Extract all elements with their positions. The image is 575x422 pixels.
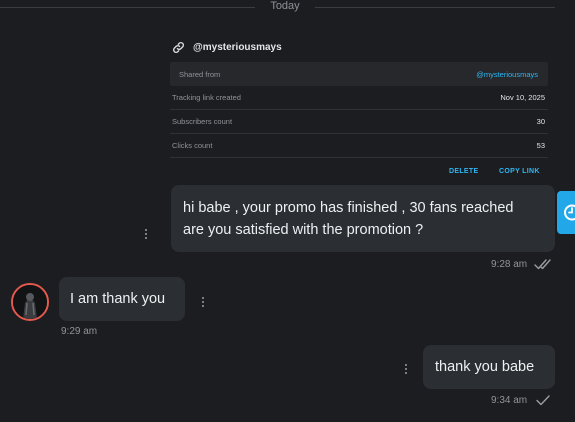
clicks-count-value: 53 xyxy=(536,141,545,150)
date-divider: Today xyxy=(270,0,300,12)
message-bubble-outgoing[interactable]: thank you babe xyxy=(423,345,555,389)
message-time: 9:28 am xyxy=(491,259,528,270)
floating-action-tab[interactable] xyxy=(557,191,575,234)
clicks-count-label: Clicks count xyxy=(172,141,213,150)
row-separator xyxy=(170,133,548,134)
delete-button[interactable]: DELETE xyxy=(449,168,478,175)
clock-icon xyxy=(564,204,575,221)
message-options-icon[interactable] xyxy=(144,229,148,241)
avatar[interactable] xyxy=(11,283,49,321)
message-time: 9:29 am xyxy=(61,326,98,337)
divider-line-left xyxy=(0,7,255,8)
double-check-icon xyxy=(533,257,553,276)
message-text: thank you babe xyxy=(435,359,535,375)
shared-from-label: Shared from xyxy=(179,70,221,79)
message-text: I am thank you xyxy=(70,291,166,307)
message-line: hi babe , your promo has finished , 30 f… xyxy=(183,200,514,216)
tracking-created-label: Tracking link created xyxy=(172,93,241,102)
link-icon xyxy=(172,41,185,54)
copy-link-button[interactable]: COPY LINK xyxy=(499,168,540,175)
shared-from-value[interactable]: @mysteriousmays xyxy=(476,70,538,79)
subscribers-count-value: 30 xyxy=(536,117,545,126)
subscribers-count-label: Subscribers count xyxy=(172,117,233,126)
message-bubble-outgoing[interactable]: hi babe , your promo has finished , 30 f… xyxy=(171,185,555,252)
row-separator xyxy=(170,109,548,110)
message-bubble-incoming[interactable]: I am thank you xyxy=(59,277,185,321)
message-line: are you satisfied with the promotion ? xyxy=(183,222,424,238)
message-text: hi babe , your promo has finished , 30 f… xyxy=(183,197,513,241)
tracking-link-card: @mysteriousmays Shared from @mysteriousm… xyxy=(164,33,556,183)
row-separator xyxy=(170,157,548,158)
shared-from-row: Shared from @mysteriousmays xyxy=(170,62,548,86)
single-check-icon xyxy=(535,393,551,412)
message-options-icon[interactable] xyxy=(404,364,408,376)
message-options-icon[interactable] xyxy=(201,297,205,309)
message-time: 9:34 am xyxy=(491,395,528,406)
tracking-created-value: Nov 10, 2025 xyxy=(500,93,545,102)
card-header: @mysteriousmays xyxy=(172,41,282,54)
card-handle: @mysteriousmays xyxy=(193,42,282,53)
avatar-image xyxy=(13,285,47,319)
divider-line-right xyxy=(315,7,555,8)
